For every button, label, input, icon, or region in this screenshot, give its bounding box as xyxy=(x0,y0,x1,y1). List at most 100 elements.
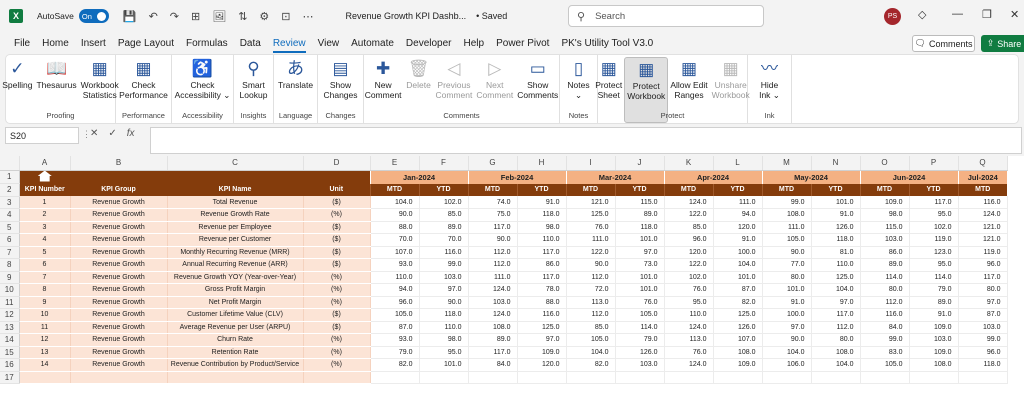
empty-cell[interactable] xyxy=(167,371,304,384)
value-cell[interactable]: 124.0 xyxy=(468,308,518,322)
formula-input[interactable] xyxy=(150,127,1022,154)
kpi-number-cell[interactable]: 7 xyxy=(19,271,71,284)
value-cell[interactable]: 122.0 xyxy=(566,246,616,259)
value-cell[interactable]: 103.0 xyxy=(860,233,910,247)
column-header[interactable]: B xyxy=(70,156,168,171)
value-cell[interactable]: 97.0 xyxy=(958,296,1008,309)
value-cell[interactable]: 96.0 xyxy=(958,258,1008,272)
value-cell[interactable]: 100.0 xyxy=(713,246,763,259)
value-cell[interactable]: 116.0 xyxy=(860,308,910,322)
comments-button[interactable]: 🗨 Comments xyxy=(912,35,975,52)
unit-cell[interactable]: (%) xyxy=(303,283,371,297)
value-cell[interactable]: 84.0 xyxy=(468,358,518,372)
value-cell[interactable]: 101.0 xyxy=(811,196,861,209)
value-cell[interactable]: 82.0 xyxy=(370,358,420,372)
sort-icon[interactable]: ⇅ xyxy=(238,10,247,23)
tab-help[interactable]: Help xyxy=(458,32,491,54)
value-cell[interactable]: 97.0 xyxy=(419,283,469,297)
value-cell[interactable]: 116.0 xyxy=(958,196,1008,209)
value-cell[interactable]: 87.0 xyxy=(370,321,420,334)
kpi-number-cell[interactable]: 11 xyxy=(19,321,71,334)
column-header[interactable]: A xyxy=(19,156,71,171)
column-header[interactable]: P xyxy=(909,156,959,171)
column-header[interactable]: L xyxy=(713,156,763,171)
value-cell[interactable]: 87.0 xyxy=(958,308,1008,322)
value-cell[interactable]: 118.0 xyxy=(517,208,567,222)
column-header[interactable]: K xyxy=(664,156,714,171)
kpi-group-cell[interactable]: Revenue Growth xyxy=(70,271,168,284)
kpi-name-cell[interactable]: Revenue Growth Rate xyxy=(167,208,304,222)
value-cell[interactable]: 106.0 xyxy=(762,358,812,372)
value-cell[interactable]: 79.0 xyxy=(615,333,665,347)
row-header[interactable]: 17 xyxy=(0,371,20,384)
empty-cell[interactable] xyxy=(811,371,861,384)
grid-icon[interactable]: ⊞ xyxy=(191,10,200,23)
value-cell[interactable]: 76.0 xyxy=(664,283,714,297)
empty-cell[interactable] xyxy=(566,371,616,384)
kpi-group-cell[interactable]: Revenue Growth xyxy=(70,233,168,247)
value-cell[interactable]: 119.0 xyxy=(958,246,1008,259)
tab-power-pivot[interactable]: Power Pivot xyxy=(490,32,555,54)
restore-icon[interactable]: ❐ xyxy=(982,8,992,21)
empty-cell[interactable] xyxy=(909,371,959,384)
value-cell[interactable]: 101.0 xyxy=(615,233,665,247)
kpi-name-cell[interactable]: Annual Recurring Revenue (ARR) xyxy=(167,258,304,272)
value-cell[interactable]: 96.0 xyxy=(664,233,714,247)
value-cell[interactable]: 79.0 xyxy=(909,283,959,297)
tab-pk-s-utility-tool-v3-0[interactable]: PK's Utility Tool V3.0 xyxy=(555,32,659,54)
kpi-name-cell[interactable]: Monthly Recurring Revenue (MRR) xyxy=(167,246,304,259)
value-cell[interactable]: 91.0 xyxy=(517,196,567,209)
kpi-name-cell[interactable]: Revenue per Employee xyxy=(167,221,304,234)
value-cell[interactable]: 110.0 xyxy=(419,321,469,334)
column-header[interactable]: N xyxy=(811,156,861,171)
value-cell[interactable]: 104.0 xyxy=(713,258,763,272)
value-cell[interactable]: 121.0 xyxy=(566,196,616,209)
value-cell[interactable]: 103.0 xyxy=(468,296,518,309)
empty-cell[interactable] xyxy=(517,371,567,384)
cancel-icon[interactable]: ✕ xyxy=(90,128,98,139)
value-cell[interactable]: 114.0 xyxy=(615,321,665,334)
kpi-number-cell[interactable]: 2 xyxy=(19,208,71,222)
value-cell[interactable]: 108.0 xyxy=(762,208,812,222)
value-cell[interactable]: 84.0 xyxy=(860,321,910,334)
value-cell[interactable]: 126.0 xyxy=(811,221,861,234)
row-header[interactable]: 2 xyxy=(0,183,20,197)
empty-cell[interactable] xyxy=(713,371,763,384)
value-cell[interactable]: 102.0 xyxy=(909,221,959,234)
value-cell[interactable]: 104.0 xyxy=(811,283,861,297)
home-icon[interactable] xyxy=(37,170,52,182)
value-cell[interactable]: 109.0 xyxy=(860,196,910,209)
kpi-group-cell[interactable]: Revenue Growth xyxy=(70,333,168,347)
value-cell[interactable]: 109.0 xyxy=(909,321,959,334)
value-cell[interactable]: 102.0 xyxy=(419,196,469,209)
row-header[interactable]: 13 xyxy=(0,321,20,334)
column-header[interactable]: D xyxy=(303,156,371,171)
row-header[interactable]: 3 xyxy=(0,196,20,209)
value-cell[interactable]: 100.0 xyxy=(762,308,812,322)
value-cell[interactable]: 118.0 xyxy=(615,221,665,234)
row-header[interactable]: 6 xyxy=(0,233,20,247)
value-cell[interactable]: 93.0 xyxy=(370,258,420,272)
value-cell[interactable]: 97.0 xyxy=(517,333,567,347)
unit-cell[interactable]: ($) xyxy=(303,221,371,234)
value-cell[interactable]: 109.0 xyxy=(909,346,959,359)
value-cell[interactable]: 88.0 xyxy=(517,296,567,309)
value-cell[interactable]: 91.0 xyxy=(811,208,861,222)
value-cell[interactable]: 108.0 xyxy=(468,321,518,334)
kpi-group-cell[interactable]: Revenue Growth xyxy=(70,208,168,222)
unit-cell[interactable]: (%) xyxy=(303,271,371,284)
value-cell[interactable]: 90.0 xyxy=(762,333,812,347)
value-cell[interactable]: 111.0 xyxy=(468,271,518,284)
value-cell[interactable]: 91.0 xyxy=(713,233,763,247)
kpi-name-cell[interactable]: Average Revenue per User (ARPU) xyxy=(167,321,304,334)
kpi-group-cell[interactable]: Revenue Growth xyxy=(70,296,168,309)
value-cell[interactable]: 110.0 xyxy=(664,308,714,322)
kpi-name-cell[interactable]: Churn Rate xyxy=(167,333,304,347)
value-cell[interactable]: 122.0 xyxy=(664,208,714,222)
tab-formulas[interactable]: Formulas xyxy=(180,32,234,54)
value-cell[interactable]: 110.0 xyxy=(370,271,420,284)
value-cell[interactable]: 117.0 xyxy=(811,308,861,322)
value-cell[interactable]: 111.0 xyxy=(762,221,812,234)
row-header[interactable]: 11 xyxy=(0,296,20,309)
value-cell[interactable]: 85.0 xyxy=(566,321,616,334)
